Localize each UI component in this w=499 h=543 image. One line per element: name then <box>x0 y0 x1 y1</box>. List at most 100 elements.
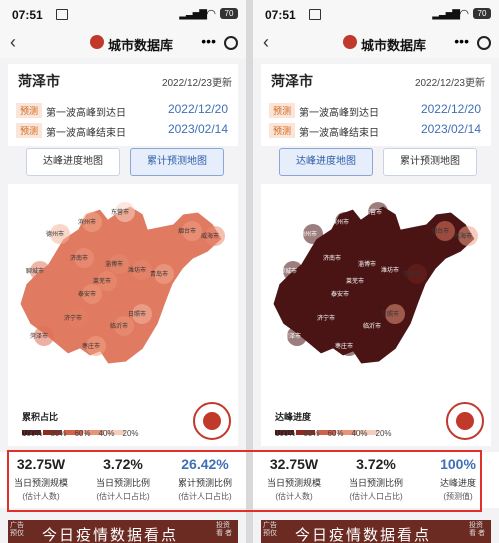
forecast-badge: 预测 <box>269 103 296 118</box>
battery-icon: 70 <box>473 8 491 19</box>
banner-ad[interactable]: 广告 预仅 今日疫情数据看点 投资看 者 <box>261 520 491 543</box>
app-logo-icon <box>343 35 357 49</box>
city-label: 济宁市 <box>64 314 82 322</box>
ad-tag-left: 广告 预仅 <box>10 522 24 537</box>
tab-cumulative-forecast-map[interactable]: 累计预测地图 <box>130 148 224 176</box>
city-label: 济南市 <box>323 254 341 262</box>
peak-end-date: 2023/02/14 <box>167 122 228 136</box>
city-label: 济南市 <box>70 254 88 262</box>
wifi-icon: ◠ <box>206 8 216 20</box>
legend-label: 100% <box>22 429 43 438</box>
battery-icon: 70 <box>220 8 238 19</box>
peak-start-row: 预测 第一波高峰到达日 2022/12/20 <box>16 102 230 119</box>
city-label: 莱芜市 <box>93 277 111 285</box>
city-label: 德州市 <box>299 230 317 238</box>
ad-tag-right: 投资看 者 <box>469 522 485 537</box>
map-card: 德州市 滨州市 东营市 烟台市 威海市 聊城市 济南市 淄博市 潍坊市 青岛市 莱芜市 泰安市 日照市济… <box>8 184 238 446</box>
banner-title: 今日疫情数据看点 <box>42 527 179 543</box>
legend-label: 20% <box>375 429 392 438</box>
app-logo-icon <box>90 35 104 49</box>
nav-bar: ‹ 城市数据库 ••• <box>0 28 246 58</box>
map-card: 德州市 滨州市 东营市 烟台市 威海市 聊城市 济南市 淄博市 潍坊市 青岛市 莱芜市 泰安市 日照市济… <box>261 184 491 446</box>
city-label: 东营市 <box>111 208 129 216</box>
city-label: 威海市 <box>454 232 472 240</box>
city-name: 菏泽市 <box>271 73 313 89</box>
city-label: 青岛市 <box>150 270 168 278</box>
city-header-card: 菏泽市 2022/12/23更新 预测 第一波高峰到达日 2022/12/20 … <box>8 64 238 146</box>
legend-labels: 100% 80% 60% 40% 20% <box>22 429 162 438</box>
city-label: 聊城市 <box>26 267 44 275</box>
qr-code-icon <box>193 402 231 440</box>
nav-bar: ‹ 城市数据库 ••• <box>253 28 499 58</box>
banner-ad[interactable]: 广告 预仅 今日疫情数据看点 投资看 者 <box>8 520 238 543</box>
city-label: 德州市 <box>46 230 64 238</box>
image-icon <box>309 9 321 20</box>
legend-label: 100% <box>275 429 296 438</box>
city-name: 菏泽市 <box>18 73 60 89</box>
city-label: 烟台市 <box>431 227 449 235</box>
shandong-map: 德州市 滨州市 东营市烟台市威海市聊城市 济南市淄博市潍坊市青岛市莱芜市泰安市日照市济… <box>272 202 478 365</box>
peak-start-label: 第一波高峰到达日 <box>299 108 379 119</box>
legend-label: 80% <box>303 429 320 438</box>
more-icon[interactable]: ••• <box>201 33 216 49</box>
city-label: 菏泽市 <box>30 332 48 340</box>
peak-start-label: 第一波高峰到达日 <box>46 108 126 119</box>
legend-label: 40% <box>351 429 368 438</box>
status-bar: 07:51 ▂▃▅▇ ◠ 70 <box>253 0 499 28</box>
signal-icon: ▂▃▅▇ <box>432 9 460 20</box>
peak-start-row: 预测 第一波高峰到达日 2022/12/20 <box>269 102 483 119</box>
city-label: 枣庄市 <box>82 342 100 350</box>
tab-peak-progress-map[interactable]: 达峰进度地图 <box>26 148 120 176</box>
peak-start-date: 2022/12/20 <box>167 102 228 116</box>
city-label: 威海市 <box>201 232 219 240</box>
city-label: 日照市 <box>381 310 399 318</box>
city-label: 潍坊市 <box>381 266 399 274</box>
image-icon <box>56 9 68 20</box>
ad-tag-right: 投资看 者 <box>216 522 232 537</box>
city-label: 菏泽市 <box>283 332 301 340</box>
forecast-badge: 预测 <box>16 103 43 118</box>
status-time: 07:51 <box>12 8 43 22</box>
page-title: 城市数据库 <box>361 38 427 53</box>
back-icon[interactable]: ‹ <box>263 32 269 53</box>
city-label: 烟台市 <box>178 227 196 235</box>
update-date: 2022/12/23更新 <box>161 78 232 89</box>
forecast-badge: 预测 <box>269 123 296 138</box>
city-label: 枣庄市 <box>335 342 353 350</box>
wifi-icon: ◠ <box>459 8 469 20</box>
city-label: 青岛市 <box>403 270 421 278</box>
forecast-badge: 预测 <box>16 123 43 138</box>
legend-label: 60% <box>327 429 344 438</box>
peak-start-date: 2022/12/20 <box>420 102 481 116</box>
peak-end-label: 第一波高峰结束日 <box>299 128 379 139</box>
city-label: 滨州市 <box>331 218 349 226</box>
close-target-icon[interactable] <box>224 36 238 50</box>
peak-end-date: 2023/02/14 <box>420 122 481 136</box>
signal-icon: ▂▃▅▇ <box>179 9 207 20</box>
legend-labels: 100% 80% 60% 40% 20% <box>275 429 415 438</box>
city-label: 临沂市 <box>110 322 128 330</box>
city-label: 淄博市 <box>358 260 376 268</box>
tab-peak-progress-map[interactable]: 达峰进度地图 <box>279 148 373 176</box>
more-icon[interactable]: ••• <box>454 33 469 49</box>
legend-label: 60% <box>74 429 91 438</box>
city-label: 聊城市 <box>279 267 297 275</box>
map-tabs: 达峰进度地图 累计预测地图 <box>8 148 238 180</box>
ad-tag-left: 广告 预仅 <box>263 522 277 537</box>
back-icon[interactable]: ‹ <box>10 32 16 53</box>
tab-cumulative-forecast-map[interactable]: 累计预测地图 <box>383 148 477 176</box>
city-label: 东营市 <box>364 208 382 216</box>
legend-label: 80% <box>50 429 67 438</box>
status-time: 07:51 <box>265 8 296 22</box>
city-header-card: 菏泽市 2022/12/23更新 预测 第一波高峰到达日 2022/12/20 … <box>261 64 491 146</box>
peak-end-row: 预测 第一波高峰结束日 2023/02/14 <box>16 122 230 139</box>
qr-code-icon <box>446 402 484 440</box>
close-target-icon[interactable] <box>477 36 491 50</box>
legend-label: 20% <box>122 429 139 438</box>
page-title: 城市数据库 <box>108 38 174 53</box>
update-date: 2022/12/23更新 <box>414 78 485 89</box>
highlight-box <box>7 450 482 512</box>
city-label: 济宁市 <box>317 314 335 322</box>
legend-label: 40% <box>98 429 115 438</box>
city-label: 潍坊市 <box>128 266 146 274</box>
